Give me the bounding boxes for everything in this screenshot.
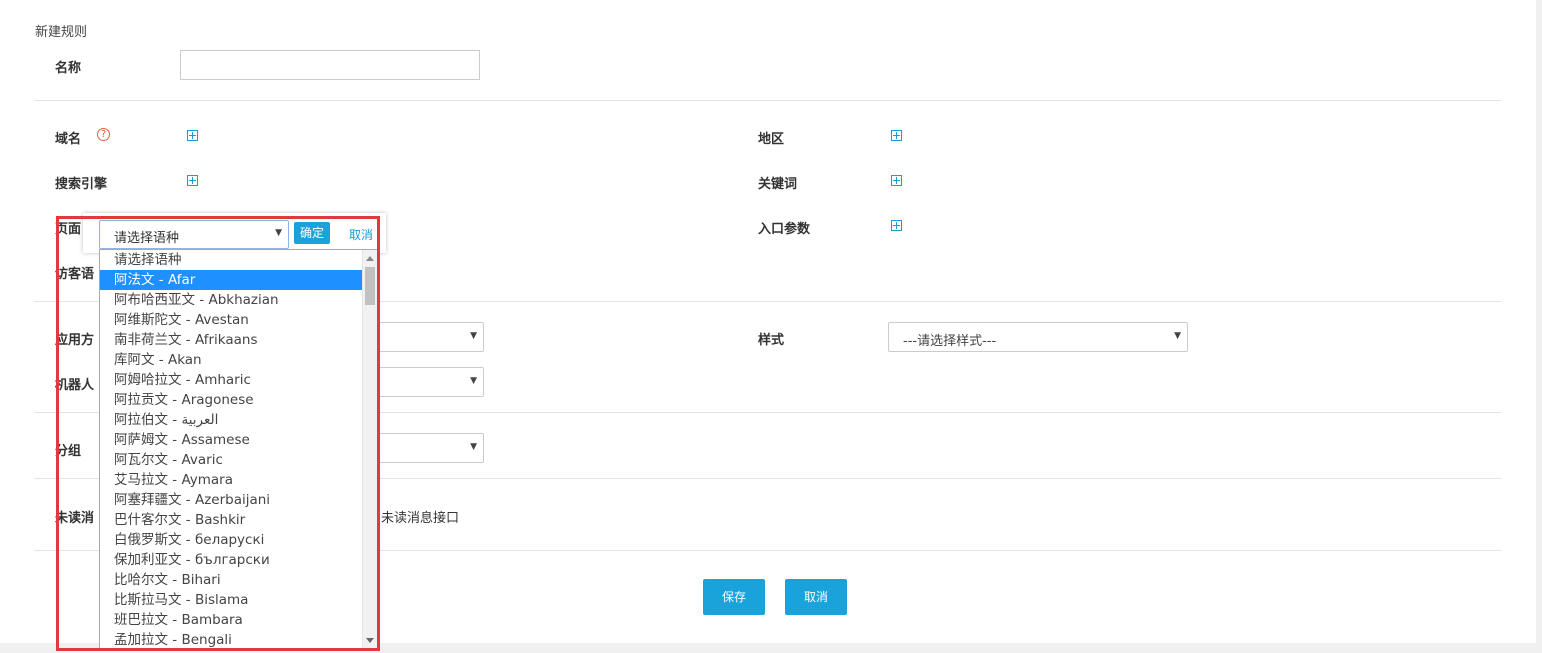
chevron-down-icon: ▼ <box>1174 331 1181 341</box>
add-engine-icon[interactable] <box>187 175 198 186</box>
keyword-label: 关键词 <box>758 177 798 192</box>
help-icon[interactable]: ? <box>97 128 110 141</box>
add-keyword-icon[interactable] <box>891 175 902 186</box>
unread-api-text: 用未读消息接口 <box>368 511 460 526</box>
name-label: 名称 <box>55 61 82 76</box>
region-label: 地区 <box>758 132 785 147</box>
chevron-down-icon: ▼ <box>470 376 477 386</box>
save-button[interactable]: 保存 <box>703 579 765 615</box>
add-entry-param-icon[interactable] <box>891 220 902 231</box>
cancel-button[interactable]: 取消 <box>785 579 847 615</box>
chevron-down-icon: ▼ <box>470 331 477 341</box>
style-select-value: ---请选择样式--- <box>903 334 997 349</box>
entry-param-label: 入口参数 <box>758 222 811 237</box>
domain-label: 域名 <box>55 132 82 147</box>
section-title: 新建规则 <box>35 25 88 40</box>
add-region-icon[interactable] <box>891 130 902 141</box>
name-input[interactable] <box>180 50 480 80</box>
highlight-box <box>56 216 380 651</box>
add-domain-icon[interactable] <box>187 130 198 141</box>
style-select[interactable]: ---请选择样式--- ▼ <box>888 322 1188 352</box>
style-label: 样式 <box>758 333 785 348</box>
chevron-down-icon: ▼ <box>470 442 477 452</box>
divider <box>34 100 1501 101</box>
engine-label: 搜索引擎 <box>55 177 108 192</box>
